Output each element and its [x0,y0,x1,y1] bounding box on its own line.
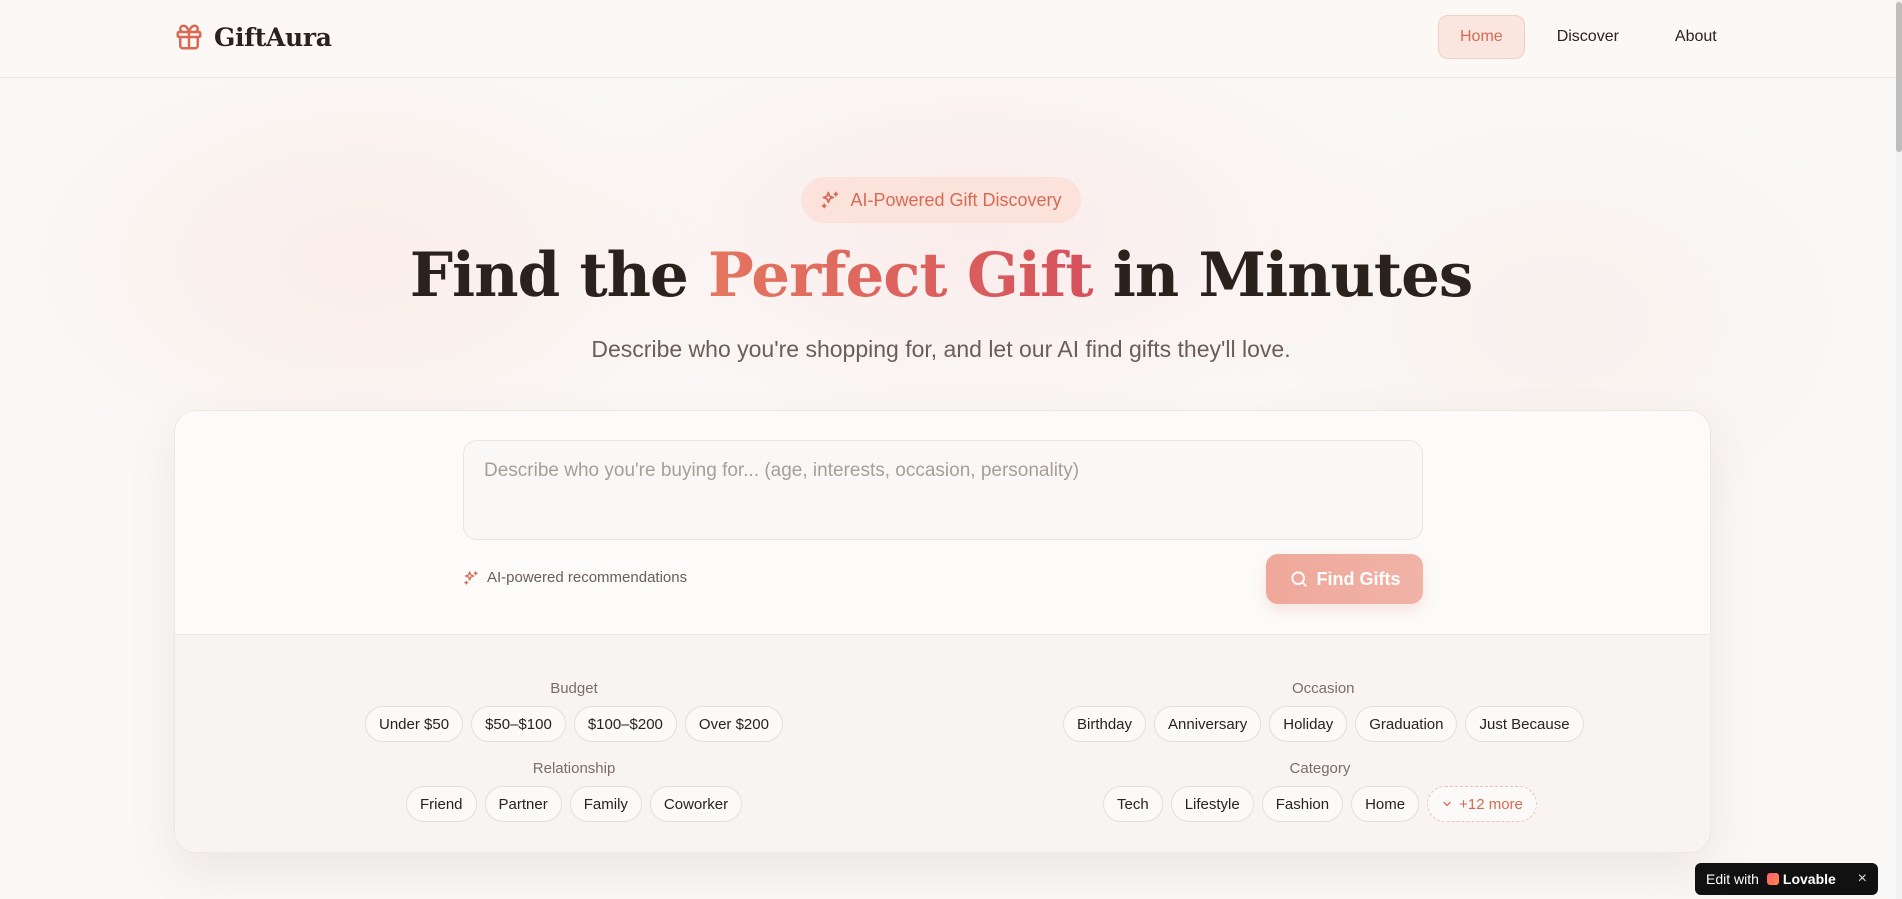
filters-panel: Budget Under $50 $50–$100 $100–$200 Over… [175,634,1710,852]
filter-label-budget: Budget [550,680,598,697]
chip-category[interactable]: Home [1351,786,1420,822]
chip-category[interactable]: Tech [1103,786,1163,822]
site-header: GiftAura Home Discover About [0,0,1896,78]
lovable-brand: Lovable [1782,871,1836,887]
description-input[interactable] [463,440,1423,540]
lovable-logo-icon [1766,873,1779,885]
chip-budget[interactable]: $100–$200 [573,706,677,742]
filter-group-relationship: Relationship Friend Partner Family Cowor… [406,760,743,822]
find-gifts-label: Find Gifts [1316,568,1401,589]
chip-budget[interactable]: Over $200 [684,706,783,742]
gift-icon [176,24,202,50]
lovable-edit-badge[interactable]: Edit with Lovable × [1695,863,1878,895]
filter-label-occasion: Occasion [1292,680,1355,697]
chevron-down-icon [1443,801,1451,807]
brand-name: GiftAura [214,22,332,52]
chip-relationship[interactable]: Friend [406,786,477,822]
ai-note: AI-powered recommendations [463,569,687,586]
filter-label-relationship: Relationship [532,760,616,777]
filter-label-category: Category [1289,760,1351,777]
chip-occasion[interactable]: Just Because [1465,706,1584,742]
more-categories-label: +12 more [1459,795,1523,813]
chip-category[interactable]: Fashion [1261,786,1344,822]
more-categories-button[interactable]: +12 more [1427,786,1537,822]
chip-relationship[interactable]: Family [569,786,642,822]
chip-relationship[interactable]: Partner [484,786,562,822]
chip-occasion[interactable]: Birthday [1063,706,1147,742]
sparkles-icon [822,191,839,209]
nav-discover[interactable]: Discover [1533,15,1643,59]
search-icon [1290,571,1307,587]
chip-relationship[interactable]: Coworker [649,786,743,822]
filter-group-occasion: Occasion Birthday Anniversary Holiday Gr… [1063,680,1584,742]
headline-start: Find the [409,240,709,311]
page-scrollbar[interactable] [1896,0,1902,899]
page-subtitle: Describe who you're shopping for, and le… [591,336,1291,362]
chip-budget[interactable]: Under $50 [365,706,464,742]
filter-group-category: Category Tech Lifestyle Fashion Home +12… [1103,760,1537,822]
chip-occasion[interactable]: Graduation [1355,706,1458,742]
scrollbar-thumb[interactable] [1896,2,1902,152]
main-nav: Home Discover About [1438,15,1741,59]
chip-occasion[interactable]: Holiday [1269,706,1348,742]
ai-badge-label: AI-Powered Gift Discovery [850,189,1062,210]
headline-accent: Perfect Gift [708,240,1093,311]
ai-note-label: AI-powered recommendations [487,569,688,586]
nav-home[interactable]: Home [1438,15,1525,59]
headline-end: in Minutes [1092,240,1473,311]
chip-category[interactable]: Lifestyle [1170,786,1254,822]
chip-occasion[interactable]: Anniversary [1154,706,1262,742]
chip-budget[interactable]: $50–$100 [471,706,566,742]
nav-about[interactable]: About [1651,15,1741,59]
find-gifts-button[interactable]: Find Gifts [1266,554,1423,604]
ai-badge: AI-Powered Gift Discovery [801,177,1081,223]
brand[interactable]: GiftAura [174,20,332,54]
filter-group-budget: Budget Under $50 $50–$100 $100–$200 Over… [365,680,783,742]
close-icon[interactable]: × [1858,870,1867,888]
page-title: Find the Perfect Gift in Minutes [0,240,1882,311]
sparkles-icon [464,570,478,585]
search-card: AI-powered recommendations Find Gifts Bu… [174,410,1711,853]
lovable-prefix: Edit with [1706,871,1759,887]
